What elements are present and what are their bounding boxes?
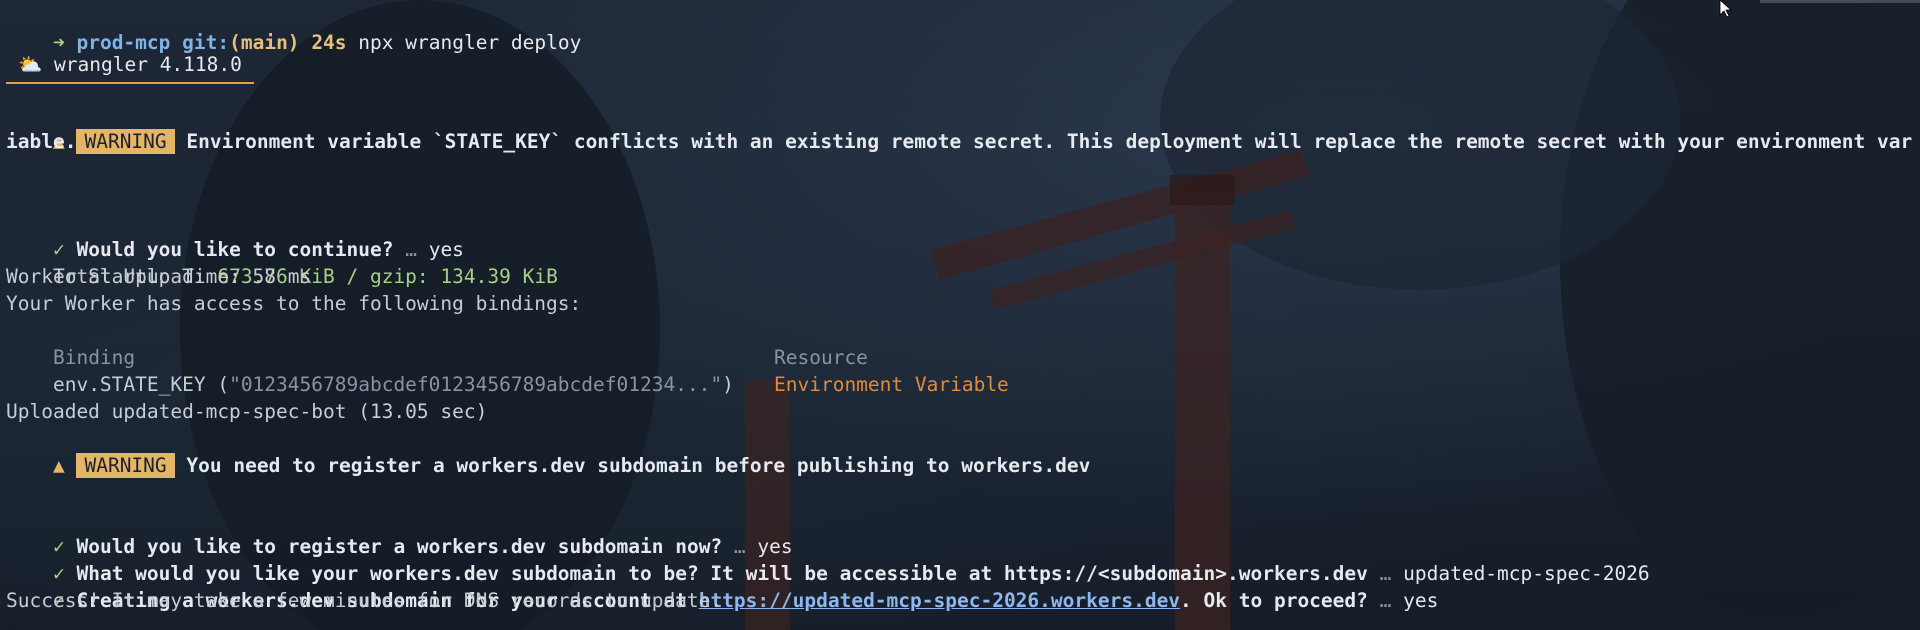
- prompt-arrow-icon: ➜: [52, 31, 65, 54]
- wrangler-banner: ⛅ wrangler 4.118.0: [6, 53, 1914, 95]
- ellipsis-separator: …: [1379, 589, 1392, 612]
- cloud-sun-icon: ⛅: [18, 53, 43, 76]
- answer-text: updated-mcp-spec-2026: [1403, 562, 1650, 585]
- question-text: What would you like your workers.dev sub…: [76, 562, 1368, 585]
- warning-badge: WARNING: [76, 129, 175, 154]
- warning-line: ▲ WARNING Environment variable `STATE_KE…: [6, 101, 1914, 154]
- ellipsis-separator: …: [1379, 562, 1392, 585]
- prompt-continue: ✓ Would you like to continue? … yes: [6, 209, 1914, 261]
- prompt-duration: 24s: [311, 31, 347, 54]
- warning-line: ▲ WARNING You need to register a workers…: [6, 425, 1914, 478]
- bindings-table-header: Binding Resource: [6, 317, 1914, 369]
- binding-resource-type: Environment Variable: [774, 373, 1009, 396]
- bindings-table-row: env.STATE_KEY ("0123456789abcdef01234567…: [6, 344, 1914, 396]
- warning-text: You need to register a workers.dev subdo…: [186, 454, 1091, 477]
- answer-text: yes: [757, 535, 793, 558]
- binding-suffix: ): [722, 373, 734, 396]
- checkmark-icon: ✓: [52, 238, 65, 261]
- mouse-cursor-icon: [1719, 0, 1733, 18]
- prompt-register: ✓ Would you like to register a workers.d…: [6, 506, 1914, 558]
- ellipsis-separator: …: [733, 535, 746, 558]
- warning-triangle-icon: ▲: [52, 454, 65, 477]
- warning-text: Environment variable `STATE_KEY` conflic…: [186, 130, 1913, 153]
- subdomain-link[interactable]: https://updated-mcp-spec-2026.workers.de…: [699, 589, 1180, 612]
- wrangler-version: wrangler 4.118.0: [54, 53, 242, 76]
- prompt-directory: prod-mcp: [76, 31, 171, 54]
- answer-text: yes: [428, 238, 464, 261]
- prompt-branch: (main): [229, 31, 300, 54]
- warning-badge: WARNING: [76, 453, 175, 478]
- bindings-intro-line: Your Worker has access to the following …: [6, 292, 582, 315]
- checkmark-icon: ✓: [52, 535, 65, 558]
- checkmark-icon: ✓: [52, 562, 65, 585]
- question-text: Would you like to register a workers.dev…: [76, 535, 723, 558]
- scrollbar-hint: [1760, 0, 1920, 3]
- binding-name: env.STATE_KEY (: [52, 373, 230, 396]
- question-suffix: . Ok to proceed?: [1180, 589, 1368, 612]
- prompt-line: ➜ prod-mcp git:(main) 24s npx wrangler d…: [6, 2, 1914, 54]
- uploaded-line: Uploaded updated-mcp-spec-bot (13.05 sec…: [6, 400, 488, 423]
- ellipsis-separator: …: [405, 238, 417, 261]
- prompt-git-label: git:: [182, 31, 230, 54]
- startup-time-line: Worker Startup Time: 58 ms: [6, 265, 312, 288]
- binding-value: "0123456789abcdef0123456789abcdef01234..…: [229, 373, 723, 396]
- prompt-command: npx wrangler deploy: [358, 31, 582, 54]
- question-text: Would you like to continue?: [76, 238, 394, 261]
- answer-text: yes: [1403, 589, 1439, 612]
- terminal-output[interactable]: ➜ prod-mcp git:(main) 24s npx wrangler d…: [0, 0, 1920, 630]
